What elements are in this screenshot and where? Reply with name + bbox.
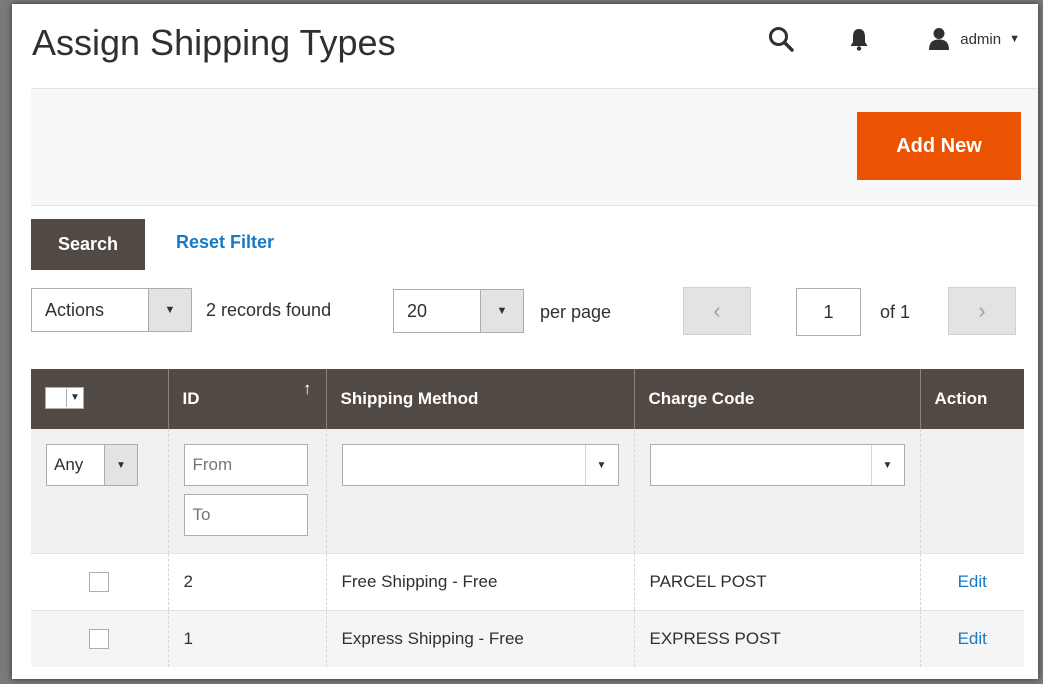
grid-header-row: ▼ ID ↑ Shipping Method Charge Code Actio… xyxy=(31,369,1024,429)
reset-filter-link[interactable]: Reset Filter xyxy=(176,232,274,253)
chevron-left-icon: ‹ xyxy=(713,298,721,323)
filter-row: Any ▼ From To ▼ ▼ xyxy=(31,429,1024,553)
row-checkbox[interactable] xyxy=(89,628,110,649)
page-title: Assign Shipping Types xyxy=(32,22,396,63)
charge-code-filter-select[interactable]: ▼ xyxy=(649,444,905,486)
user-icon xyxy=(928,27,950,51)
filter-cell-action xyxy=(919,429,1024,553)
cell-shipping-method: Express Shipping - Free xyxy=(325,609,634,667)
table-row: 1 Express Shipping - Free EXPRESS POST E… xyxy=(31,609,1024,667)
prev-page-button[interactable]: ‹ xyxy=(683,287,751,335)
chevron-down-icon: ▼ xyxy=(584,445,618,485)
id-from-input[interactable]: From xyxy=(183,444,308,486)
records-found: 2 records found xyxy=(206,300,332,320)
cell-id: 2 xyxy=(167,552,326,610)
chevron-down-icon: ▼ xyxy=(870,445,904,485)
page-total: of 1 xyxy=(880,302,911,322)
any-filter-select[interactable]: Any ▼ xyxy=(46,444,138,486)
edit-link[interactable]: Edit xyxy=(958,629,987,648)
per-page-select[interactable]: 20 ▼ xyxy=(393,289,524,333)
chevron-down-icon: ▼ xyxy=(148,289,191,331)
column-header-id[interactable]: ID ↑ xyxy=(167,369,326,429)
admin-page: Assign Shipping Types admin ▼ Add New Se… xyxy=(12,4,1038,679)
row-checkbox[interactable] xyxy=(89,571,110,592)
chevron-down-icon: ▼ xyxy=(66,388,83,407)
filter-cell-charge-code: ▼ xyxy=(633,429,920,553)
search-icon[interactable] xyxy=(766,24,796,54)
cell-action: Edit xyxy=(919,552,1024,610)
cell-charge-code: EXPRESS POST xyxy=(633,609,920,667)
add-new-button[interactable]: Add New xyxy=(857,112,1021,180)
any-filter-value: Any xyxy=(54,455,84,474)
next-page-button[interactable]: › xyxy=(948,287,1016,335)
row-select-cell xyxy=(31,609,168,667)
cell-shipping-method: Free Shipping - Free xyxy=(325,552,634,610)
mass-actions-label: Actions xyxy=(45,299,105,320)
header-tools: admin ▼ xyxy=(766,24,1020,54)
row-select-cell xyxy=(31,552,168,610)
cell-action: Edit xyxy=(919,609,1024,667)
edit-link[interactable]: Edit xyxy=(958,572,987,591)
column-header-shipping-method[interactable]: Shipping Method xyxy=(325,369,634,429)
shipping-types-grid: ▼ ID ↑ Shipping Method Charge Code Actio… xyxy=(31,369,1024,667)
mass-actions-select[interactable]: Actions ▼ xyxy=(31,288,192,332)
column-header-charge-code[interactable]: Charge Code xyxy=(633,369,920,429)
search-button[interactable]: Search xyxy=(31,219,145,270)
filter-cell-method: ▼ xyxy=(325,429,634,553)
chevron-right-icon: › xyxy=(978,298,986,323)
filter-cell-id: From To xyxy=(167,429,326,553)
chevron-down-icon: ▼ xyxy=(480,290,523,332)
sort-arrow-icon: ↑ xyxy=(303,379,312,398)
chevron-down-icon: ▼ xyxy=(104,445,137,485)
chevron-down-icon: ▼ xyxy=(1009,33,1020,45)
cell-charge-code: PARCEL POST xyxy=(633,552,920,610)
column-label: ID xyxy=(182,389,200,408)
cell-id: 1 xyxy=(167,609,326,667)
mass-select-header[interactable]: ▼ xyxy=(31,369,168,429)
per-page-value: 20 xyxy=(407,300,428,321)
mass-select-checkbox[interactable]: ▼ xyxy=(45,386,84,409)
page-number-input[interactable]: 1 xyxy=(796,288,861,336)
table-row: 2 Free Shipping - Free PARCEL POST Edit xyxy=(31,552,1024,610)
per-page-label: per page xyxy=(540,302,612,322)
column-header-action: Action xyxy=(919,369,1024,429)
id-to-input[interactable]: To xyxy=(183,494,308,536)
page-actions-bar: Add New xyxy=(31,88,1038,206)
shipping-method-filter-select[interactable]: ▼ xyxy=(341,444,619,486)
user-name: admin xyxy=(960,30,1002,48)
bell-icon[interactable] xyxy=(846,24,872,54)
user-menu[interactable]: admin ▼ xyxy=(928,27,1020,51)
checkbox-box xyxy=(46,388,66,407)
filter-cell-select: Any ▼ xyxy=(31,429,168,553)
